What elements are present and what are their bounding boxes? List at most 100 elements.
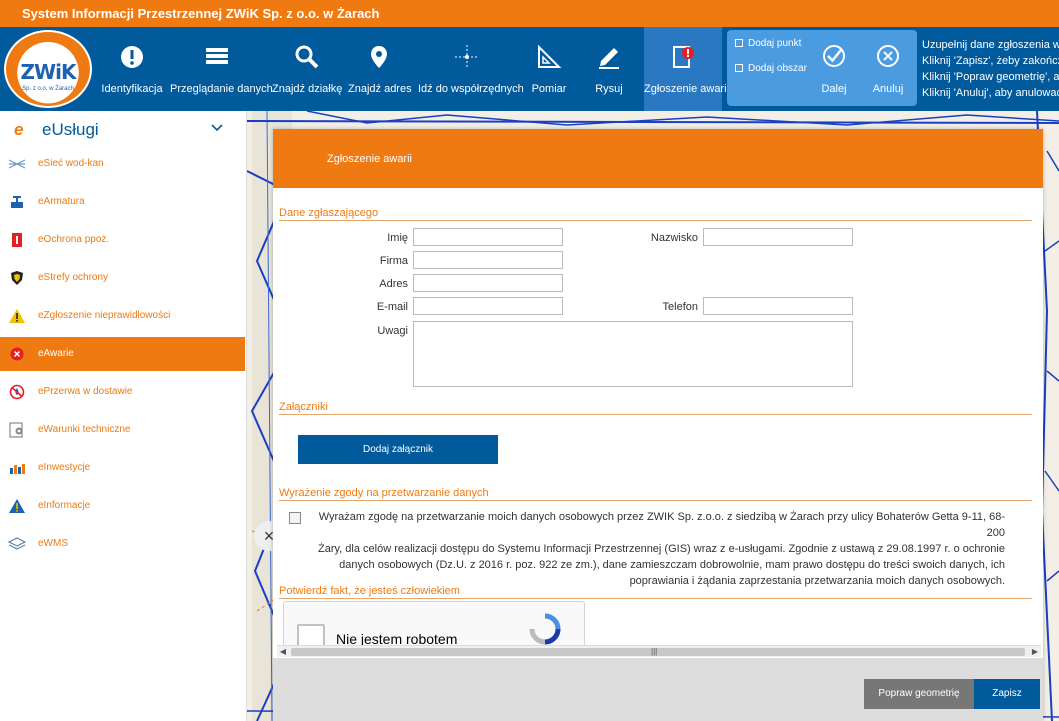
tool-label: Znajdź działkę — [272, 83, 343, 95]
scrollbar-thumb[interactable] — [291, 648, 1025, 656]
recaptcha-widget: Nie jestem robotem — [283, 601, 585, 647]
fire-hydrant-icon — [12, 233, 22, 247]
logo-text: ZWiK — [20, 60, 77, 84]
section-attachments: Załączniki — [279, 401, 1032, 415]
close-circle-icon — [877, 45, 899, 67]
table-icon — [206, 48, 228, 64]
services-sidebar: e eUsługi eSieć wod-kan eArmatura eOchro… — [0, 111, 247, 721]
company-input[interactable] — [413, 251, 563, 269]
instructions-text: Uzupełnij dane zgłoszenia w Kliknij 'Zap… — [922, 39, 1059, 99]
sidebar-item-fittings[interactable]: eArmatura — [0, 185, 245, 219]
tool-find-parcel[interactable]: Znajdź działkę — [272, 27, 342, 111]
company-label: Firma — [379, 255, 408, 267]
tool-measure[interactable]: Pomiar — [522, 27, 576, 111]
email-input[interactable] — [413, 297, 563, 315]
cancel-button[interactable]: Anuluj — [863, 30, 913, 106]
chevron-down-icon[interactable] — [210, 121, 224, 135]
tool-label: Zgłoszenie awarii — [644, 83, 729, 95]
zwik-logo: ZWiK Sp. z o.o. w Żarach — [4, 30, 92, 108]
sidebar-item-wms[interactable]: eWMS — [0, 527, 245, 561]
sidebar-item-irregularity-report[interactable]: eZgłoszenie nieprawidłowości — [0, 299, 245, 333]
sidebar-item-failures[interactable]: eAwarie — [0, 337, 245, 371]
add-point-option[interactable]: Dodaj punkt — [735, 38, 801, 49]
first-name-label: Imię — [387, 232, 408, 244]
gear-doc-icon — [9, 422, 23, 438]
scroll-grip-icon: ||| — [651, 647, 658, 656]
e-logo-icon: e — [14, 120, 24, 139]
search-icon — [295, 45, 319, 69]
notes-label: Uwagi — [377, 325, 408, 337]
consent-text: Wyrażam zgodę na przetwarzanie moich dan… — [317, 511, 1005, 587]
tool-report-failure[interactable]: Zgłoszenie awarii — [644, 27, 729, 111]
area-icon — [735, 64, 743, 72]
shield-icon — [11, 271, 23, 285]
add-area-option[interactable]: Dodaj obszar — [735, 63, 807, 74]
point-icon — [735, 39, 743, 47]
main-toolbar: ZWiK Sp. z o.o. w Żarach Identyfikacja P… — [0, 27, 1059, 111]
geometry-selection-panel: Dodaj punkt Dodaj obszar Dalej Anuluj — [727, 30, 917, 106]
dialog-footer: Popraw geometrię Zapisz — [273, 658, 1043, 721]
failure-report-dialog: Zgłoszenie awarii Dane zgłaszającego Imi… — [273, 129, 1043, 721]
address-input[interactable] — [413, 274, 563, 292]
consent-checkbox[interactable] — [289, 512, 301, 524]
dialog-body[interactable]: Dane zgłaszającego Imię Nazwisko Firma A… — [273, 188, 1043, 647]
sidebar-item-supply-break[interactable]: ePrzerwa w dostawie — [0, 375, 245, 409]
crosshair-icon — [455, 45, 479, 69]
horizontal-scrollbar[interactable]: ◀ ||| ▶ — [277, 645, 1041, 657]
recaptcha-checkbox[interactable] — [297, 624, 325, 647]
fix-geometry-button[interactable]: Popraw geometrię — [864, 679, 974, 709]
sidebar-item-information[interactable]: eInformacje — [0, 489, 245, 523]
tool-browse-data[interactable]: Przeglądanie danych — [170, 27, 273, 111]
notes-textarea[interactable] — [413, 321, 853, 387]
tool-draw[interactable]: Rysuj — [582, 27, 636, 111]
sidebar-item-technical-conditions[interactable]: eWarunki techniczne — [0, 413, 245, 447]
map-pin-icon — [371, 46, 387, 68]
address-label: Adres — [379, 278, 408, 290]
section-reporter: Dane zgłaszającego — [279, 207, 1032, 221]
tool-find-address[interactable]: Znajdź adres — [348, 27, 412, 111]
network-icon — [8, 159, 26, 169]
sidebar-header[interactable]: e eUsługi — [0, 111, 247, 149]
info-icon — [121, 46, 143, 68]
layers-icon — [8, 537, 26, 550]
first-name-input[interactable] — [413, 228, 563, 246]
phone-input[interactable] — [703, 297, 853, 315]
sidebar-item-protection-zones[interactable]: eStrefy ochrony — [0, 261, 245, 295]
next-button[interactable]: Dalej — [809, 30, 859, 106]
scroll-left-icon[interactable]: ◀ — [277, 646, 289, 658]
sidebar-item-network[interactable]: eSieć wod-kan — [0, 147, 245, 181]
logo-subtitle: Sp. z o.o. w Żarach — [22, 86, 74, 92]
app-title: System Informacji Przestrzennej ZWiK Sp.… — [0, 0, 1059, 27]
add-attachment-button[interactable]: Dodaj załącznik — [298, 435, 498, 464]
check-icon — [823, 45, 845, 67]
sidebar-item-investments[interactable]: eInwestycje — [0, 451, 245, 485]
tool-label: Identyfikacja — [101, 83, 163, 95]
tool-label: Znajdź adres — [348, 83, 412, 95]
valve-icon — [11, 196, 23, 208]
tool-go-to-coordinates[interactable]: Idź do współrzędnych — [418, 27, 524, 111]
sidebar-title: eUsługi — [42, 120, 99, 139]
save-button[interactable]: Zapisz — [974, 679, 1040, 709]
last-name-label: Nazwisko — [650, 232, 698, 244]
scroll-right-icon[interactable]: ▶ — [1029, 646, 1041, 658]
alert-report-icon — [673, 46, 694, 68]
tool-label: Przeglądanie danych — [170, 83, 273, 95]
last-name-input[interactable] — [703, 228, 853, 246]
tool-label: Pomiar — [531, 83, 567, 95]
info-warning-icon — [9, 499, 25, 513]
dialog-title: Zgłoszenie awarii — [327, 153, 412, 165]
recaptcha-logo-icon — [529, 613, 561, 645]
section-consent: Wyrażenie zgody na przetwarzanie danych — [279, 487, 1032, 501]
warning-icon — [9, 309, 25, 323]
section-captcha: Potwierdź fakt, że jesteś człowiekiem — [279, 585, 1032, 599]
dialog-header: Zgłoszenie awarii — [273, 129, 1043, 188]
phone-label: Telefon — [662, 301, 698, 313]
failure-icon — [10, 347, 24, 361]
supply-break-icon — [9, 384, 25, 400]
tool-label: Rysuj — [595, 83, 623, 95]
tool-identification[interactable]: Identyfikacja — [100, 27, 164, 111]
sidebar-item-fire-protection[interactable]: eOchrona ppoż. — [0, 223, 245, 257]
ruler-icon — [538, 44, 562, 68]
pencil-icon — [599, 48, 619, 69]
bar-chart-icon — [10, 464, 25, 474]
